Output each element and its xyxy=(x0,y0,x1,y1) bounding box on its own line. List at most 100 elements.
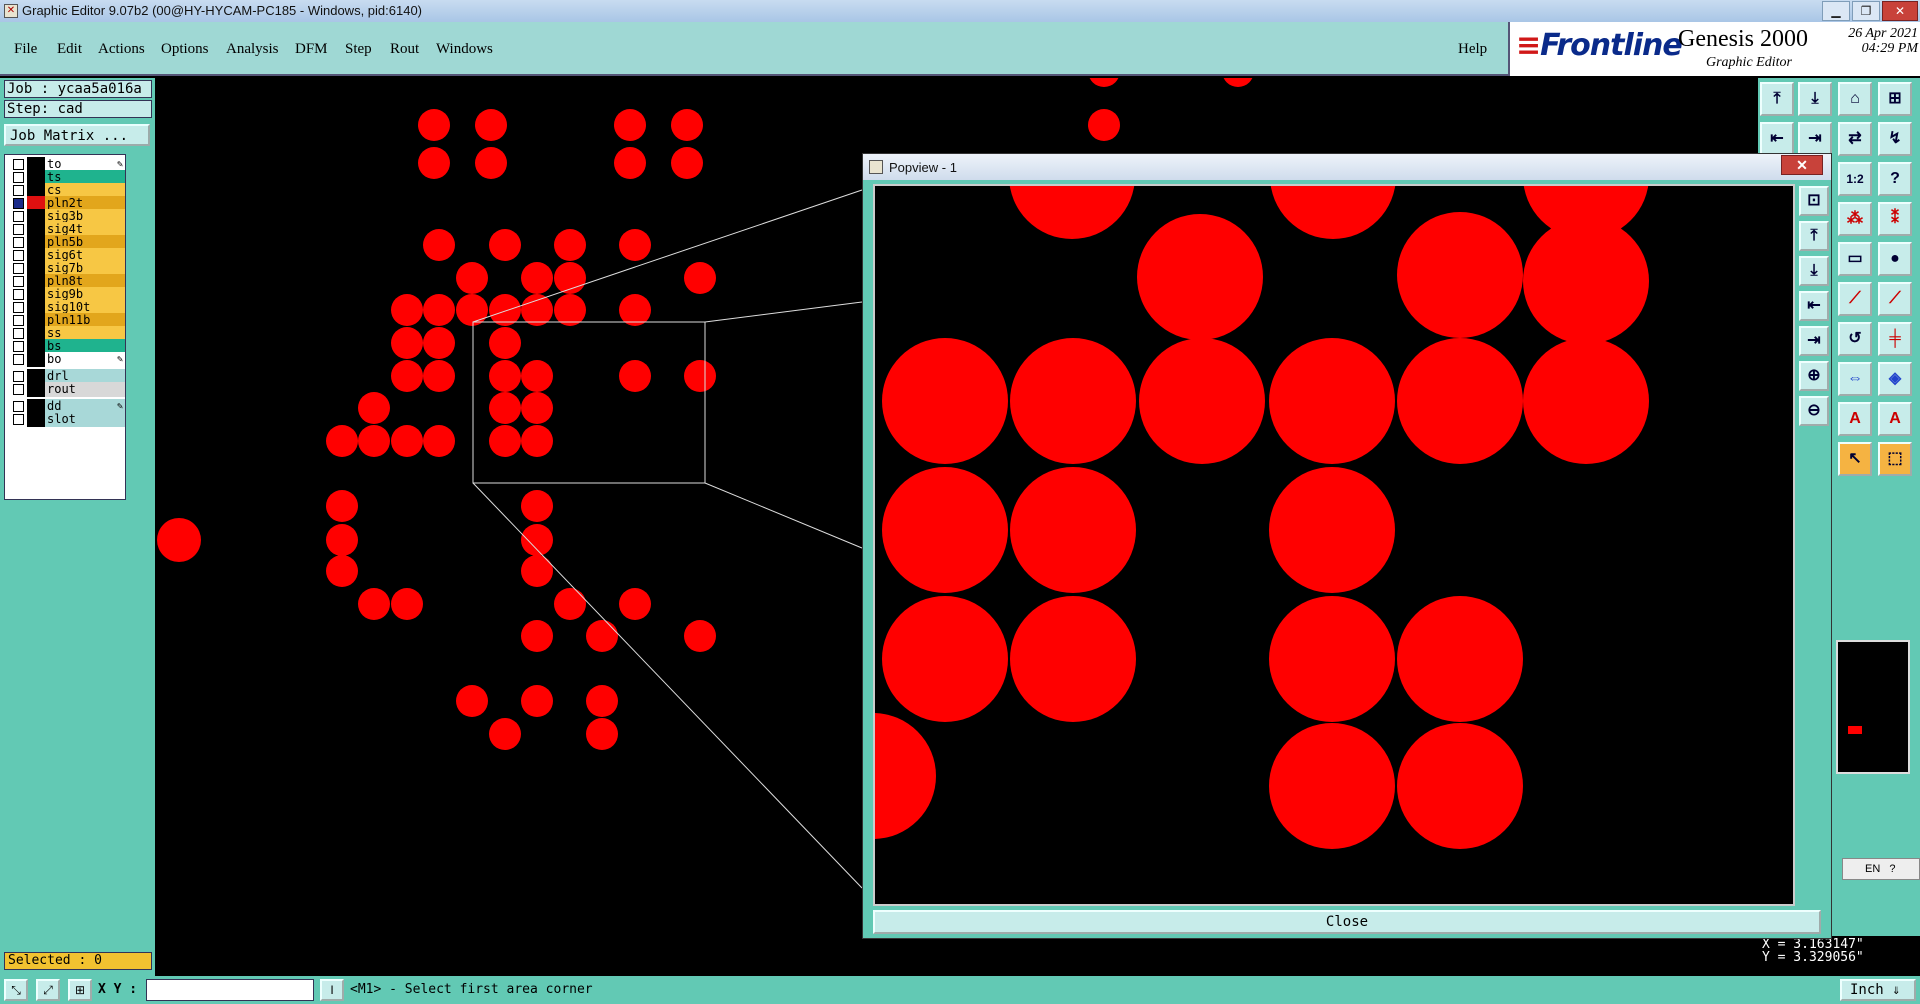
zoomed-pad[interactable] xyxy=(1397,596,1523,722)
pad[interactable] xyxy=(521,360,553,392)
pad[interactable] xyxy=(358,588,390,620)
minimap[interactable] xyxy=(1836,640,1910,774)
popview-svg[interactable] xyxy=(875,186,1793,904)
menu-windows[interactable]: Windows xyxy=(436,41,493,58)
zoomed-pad[interactable] xyxy=(1269,723,1395,849)
pad[interactable] xyxy=(423,327,455,359)
minimize-button[interactable]: ▁ xyxy=(1822,1,1850,21)
pad[interactable] xyxy=(391,327,423,359)
xy-input[interactable] xyxy=(146,979,314,1001)
sb-zoom-icon[interactable]: ⤡ xyxy=(4,979,28,1001)
menu-help[interactable]: Help xyxy=(1458,41,1487,58)
ime-bar[interactable]: EN ? xyxy=(1842,858,1920,880)
pad[interactable] xyxy=(391,360,423,392)
pad[interactable] xyxy=(326,524,358,556)
layer-checkbox[interactable] xyxy=(13,198,24,209)
close-window-button[interactable]: ✕ xyxy=(1882,1,1918,21)
layer-checkbox[interactable] xyxy=(13,289,24,300)
pad[interactable] xyxy=(671,109,703,141)
tb-measure-icon[interactable]: ▭ xyxy=(1838,242,1872,276)
pad[interactable] xyxy=(475,109,507,141)
layer-checkbox[interactable] xyxy=(13,263,24,274)
pad[interactable] xyxy=(554,588,586,620)
popview-title-bar[interactable]: Popview - 1 xyxy=(863,154,1831,180)
layer-checkbox[interactable] xyxy=(13,224,24,235)
zoomed-pad[interactable] xyxy=(1009,186,1135,239)
pad[interactable] xyxy=(684,262,716,294)
pad[interactable] xyxy=(423,360,455,392)
tb-snap-icon[interactable]: ↯ xyxy=(1878,122,1912,156)
tb-line2-icon[interactable]: ⟋ xyxy=(1878,282,1912,316)
zoomed-pad[interactable] xyxy=(1269,338,1395,464)
layer-row-bo[interactable]: bo ✎ xyxy=(7,352,125,367)
layer-checkbox[interactable] xyxy=(13,159,24,170)
ime-language[interactable]: EN xyxy=(1843,863,1880,875)
zoomed-pad[interactable] xyxy=(1139,338,1265,464)
layer-checkbox[interactable] xyxy=(13,328,24,339)
zoomed-pad[interactable] xyxy=(1397,723,1523,849)
pad[interactable] xyxy=(391,294,423,326)
layer-row-rout[interactable]: rout xyxy=(7,382,125,397)
pad[interactable] xyxy=(521,620,553,652)
menu-file[interactable]: File xyxy=(14,41,37,58)
layer-checkbox[interactable] xyxy=(13,237,24,248)
menu-options[interactable]: Options xyxy=(161,41,209,58)
zoomed-pad[interactable] xyxy=(1397,212,1523,338)
pad[interactable] xyxy=(423,229,455,261)
popview-canvas[interactable] xyxy=(873,184,1795,906)
tb-help-icon[interactable]: ? xyxy=(1878,162,1912,196)
pad[interactable] xyxy=(521,262,553,294)
pad[interactable] xyxy=(586,718,618,750)
pad[interactable] xyxy=(475,147,507,179)
tb-select-area-icon[interactable]: ⬚ xyxy=(1878,442,1912,476)
zoomed-pad[interactable] xyxy=(882,596,1008,722)
pad[interactable] xyxy=(619,294,651,326)
tb-line-icon[interactable]: ⟋ xyxy=(1838,282,1872,316)
pv-zoom-in-icon[interactable]: ⊕ xyxy=(1799,361,1829,391)
menu-edit[interactable]: Edit xyxy=(57,41,82,58)
pad[interactable] xyxy=(521,294,553,326)
pad[interactable] xyxy=(326,555,358,587)
layer-color-swatch[interactable] xyxy=(27,352,45,367)
pad[interactable] xyxy=(423,294,455,326)
pad[interactable] xyxy=(418,147,450,179)
popview-close-button[interactable]: Close xyxy=(873,910,1821,934)
layer-checkbox[interactable] xyxy=(13,414,24,425)
sb-pan-icon[interactable]: ⤢ xyxy=(36,979,60,1001)
tb-import-icon[interactable]: ⇤ xyxy=(1760,122,1794,156)
tb-scale-icon[interactable]: 1:2 xyxy=(1838,162,1872,196)
layer-color-swatch[interactable] xyxy=(27,382,45,397)
tb-save-icon[interactable]: ⤓ xyxy=(1798,82,1832,116)
pad[interactable] xyxy=(619,360,651,392)
ime-help-icon[interactable]: ? xyxy=(1883,863,1895,875)
pad[interactable] xyxy=(614,109,646,141)
zoomed-pad[interactable] xyxy=(1010,467,1136,593)
restore-button[interactable]: ❐ xyxy=(1852,1,1880,21)
pad[interactable] xyxy=(586,620,618,652)
pv-up-icon[interactable]: ⤒ xyxy=(1799,221,1829,251)
sb-grid-icon[interactable]: ⊞ xyxy=(68,979,92,1001)
zoomed-pad[interactable] xyxy=(1270,186,1396,239)
tb-move-icon[interactable]: ⇔ xyxy=(1838,362,1872,396)
pad[interactable] xyxy=(684,360,716,392)
tb-grid-icon[interactable]: ⊞ xyxy=(1878,82,1912,116)
pad[interactable] xyxy=(521,685,553,717)
pad[interactable] xyxy=(358,392,390,424)
units-selector[interactable]: Inch ⇓ xyxy=(1840,979,1916,1001)
pad[interactable] xyxy=(1222,55,1254,87)
pad[interactable] xyxy=(671,147,703,179)
layer-checkbox[interactable] xyxy=(13,315,24,326)
pad[interactable] xyxy=(684,620,716,652)
layer-name[interactable]: slot xyxy=(45,412,125,427)
layer-checkbox[interactable] xyxy=(13,185,24,196)
pad[interactable] xyxy=(456,685,488,717)
sb-cursor-icon[interactable]: I xyxy=(320,979,344,1001)
pv-zoom-out-icon[interactable]: ⊖ xyxy=(1799,396,1829,426)
pad[interactable] xyxy=(489,229,521,261)
tb-dot-icon[interactable]: ● xyxy=(1878,242,1912,276)
pad[interactable] xyxy=(586,685,618,717)
pad[interactable] xyxy=(521,392,553,424)
pv-fit-icon[interactable]: ⊡ xyxy=(1799,186,1829,216)
pad[interactable] xyxy=(521,425,553,457)
zoomed-pad[interactable] xyxy=(882,467,1008,593)
